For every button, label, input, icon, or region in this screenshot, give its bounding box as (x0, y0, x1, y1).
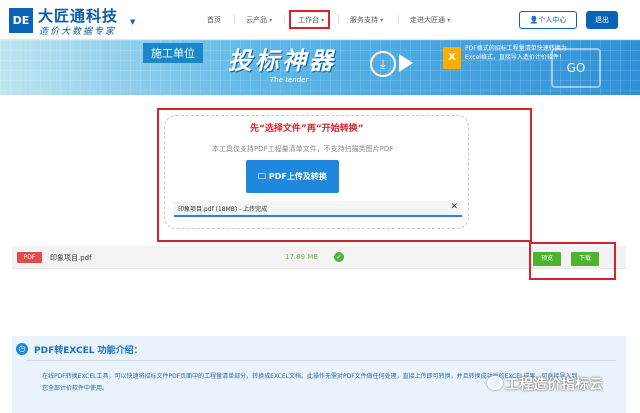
banner-go-button[interactable]: GO (551, 48, 601, 88)
upload-file-status: 印象项目.pdf (18MB) - 上传完成 (178, 206, 268, 213)
chevron-down-icon[interactable]: ▼ (130, 18, 135, 26)
nav-divider (284, 15, 285, 24)
logo-mark[interactable]: DE (9, 8, 33, 33)
chevron-down-icon: ▾ (447, 17, 451, 24)
file-name: 印象项目.pdf (50, 254, 92, 262)
check-icon: ✓ (334, 252, 344, 262)
file-type-badge: PDF (17, 252, 42, 263)
file-size: 17.89 MB (285, 253, 319, 261)
close-icon[interactable]: ✕ (450, 202, 458, 212)
chevron-down-icon: ▾ (380, 17, 384, 24)
pdf-icon: ⤓ (370, 51, 396, 77)
intro-divider (26, 360, 616, 361)
excel-icon: X (443, 47, 461, 69)
chevron-down-icon: ▾ (269, 17, 273, 24)
folder-icon: 🗀 (258, 172, 269, 181)
nav-divider (234, 15, 235, 24)
logo-subtitle: 造价大数据专家 (39, 27, 117, 37)
user-center-button[interactable]: 👤个人中心 (519, 11, 577, 29)
nav-service-support[interactable]: 服务支持 ▾ (350, 15, 383, 25)
banner-title: 投标神器 (228, 47, 336, 75)
nav-divider (398, 15, 399, 24)
upload-hint: 本工具仅支持PDF工程量清单文件，不支持扫描类图片PDF (212, 145, 394, 153)
preview-button[interactable]: 预览 (533, 252, 561, 266)
wechat-icon (487, 376, 503, 390)
download-button[interactable]: 下载 (571, 252, 599, 266)
upload-title: 先“选择文件”再“开始转换” (250, 124, 364, 134)
intro-title: PDF转EXCEL 功能介绍： (34, 346, 143, 356)
nav-home[interactable]: 首页 (207, 15, 221, 25)
upload-convert-button[interactable]: 🗀 PDF上传及转换 (246, 160, 339, 193)
nav-cloud-products[interactable]: 云产品 ▾ (246, 15, 272, 25)
top-header: DE 大匠通科技 造价大数据专家 ▼ 首页 云产品 ▾ 工作台 ▾ 服务支持 ▾… (0, 0, 640, 40)
upload-progress-item: 印象项目.pdf (18MB) - 上传完成 ✕ (174, 201, 462, 217)
nav-divider (338, 15, 339, 24)
arrow-right-icon (399, 54, 413, 72)
logout-button[interactable]: 退出 (586, 11, 618, 29)
logo-title[interactable]: 大匠通科技 (38, 5, 118, 26)
nav-about[interactable]: 走进大匠通 ▾ (410, 15, 450, 25)
banner-tag: 施工单位 (143, 43, 203, 63)
workbench-highlight (289, 10, 330, 29)
clock-icon: ◷ (16, 343, 28, 355)
banner-subtitle: The tender (270, 76, 309, 84)
